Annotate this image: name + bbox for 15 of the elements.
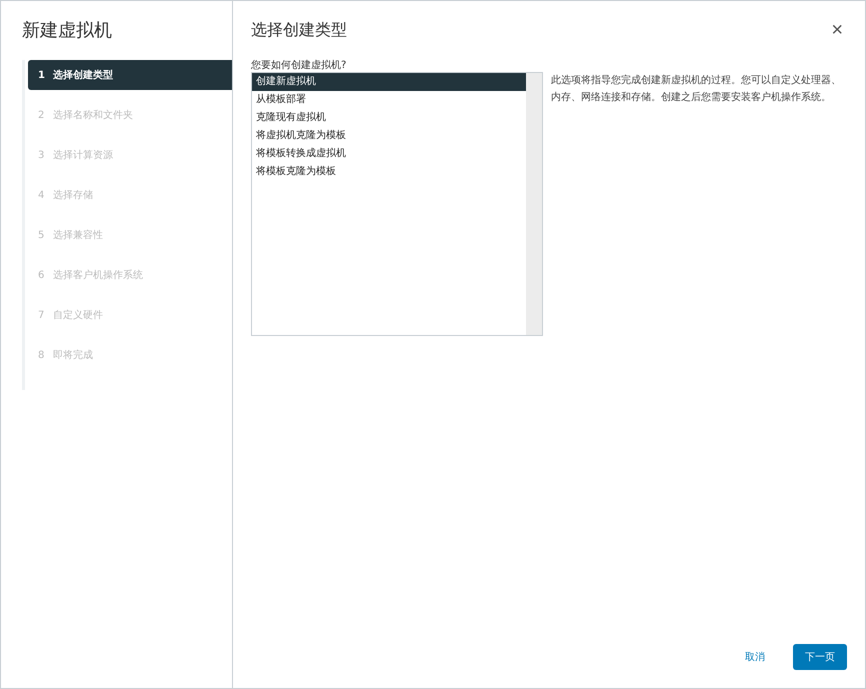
next-button[interactable]: 下一页	[793, 644, 847, 670]
list-item[interactable]: 创建新虚拟机	[252, 73, 526, 91]
wizard-title: 新建虚拟机	[21, 19, 113, 43]
list-item[interactable]: 克隆现有虚拟机	[252, 109, 526, 127]
list-item[interactable]: 从模板部署	[252, 91, 526, 109]
scrollbar-track[interactable]	[526, 73, 542, 335]
list-item[interactable]: 将模板转换成虚拟机	[252, 145, 526, 163]
list-item[interactable]: 将虚拟机克隆为模板	[252, 127, 526, 145]
cancel-button[interactable]: 取消	[737, 644, 773, 670]
question-label: 您要如何创建虚拟机?	[251, 58, 348, 72]
description-text: 此选项将指导您完成创建新虚拟机的过程。您可以自定义处理器、内存、网络连接和存储。创建之后您需要安装客户机操作系统。	[551, 74, 842, 105]
wizard-step[interactable]: 1 选择创建类型	[28, 60, 232, 90]
page-title: 选择创建类型	[251, 20, 347, 40]
list-item[interactable]: 将模板克隆为模板	[252, 163, 526, 181]
close-button[interactable]: ×	[827, 18, 847, 42]
